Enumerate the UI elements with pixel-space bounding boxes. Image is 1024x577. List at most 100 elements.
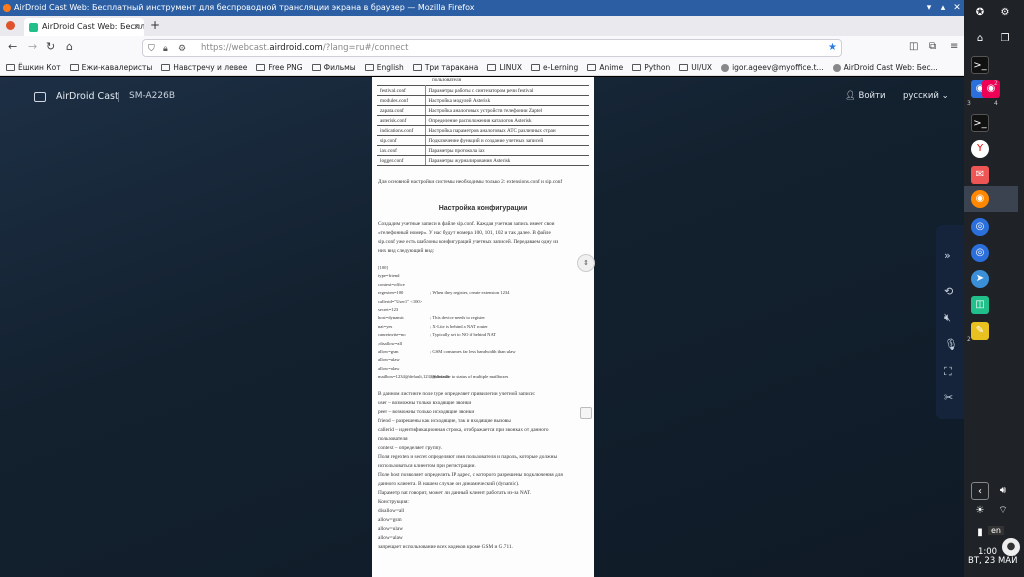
collapse-icon[interactable]: » bbox=[944, 249, 951, 262]
yandex-icon[interactable]: Y bbox=[971, 140, 989, 158]
copy-icon[interactable] bbox=[580, 407, 592, 419]
bookmark-item[interactable]: Python bbox=[632, 63, 670, 72]
menu-icon[interactable]: ≡ bbox=[950, 41, 958, 52]
terminal-icon[interactable]: >_ bbox=[971, 56, 989, 74]
pocket-icon[interactable]: ◫ bbox=[909, 41, 918, 52]
workspace-4[interactable]: 4 bbox=[994, 100, 998, 107]
bookmark-item[interactable]: Фильмы bbox=[311, 63, 356, 72]
home-icon[interactable]: ⌂ bbox=[66, 40, 73, 53]
url-domain: airdroid.com bbox=[269, 43, 323, 53]
doc-note: Для основной настройки системы необходим… bbox=[378, 179, 563, 185]
config-listing: [100] type=friend context=office regexten=1… bbox=[372, 264, 594, 382]
files-icon[interactable]: ⌂ bbox=[971, 30, 989, 48]
reload-icon[interactable]: ↻ bbox=[46, 40, 55, 53]
bookmark-label: igor.ageev@myoffice.t... bbox=[732, 63, 824, 72]
page-content: AirDroid Cast SM-A226B 👤︎ Войти русский … bbox=[0, 77, 964, 577]
workspace-3[interactable]: 3 bbox=[967, 100, 971, 107]
shield-icon[interactable]: ⛉ bbox=[148, 41, 155, 57]
config-comment: ; When they register, create extension 1… bbox=[430, 290, 510, 296]
config-directive: canreinvite=no bbox=[378, 332, 406, 338]
bookmark-item[interactable]: Anime bbox=[587, 63, 623, 72]
config-directive: [100] bbox=[378, 265, 388, 270]
back-icon[interactable]: ← bbox=[8, 40, 17, 53]
maximize-icon[interactable]: ▴ bbox=[936, 0, 950, 16]
firefox-task-icon[interactable]: ◉ bbox=[971, 190, 989, 208]
bookmark-item[interactable]: Ёшкин Кот bbox=[6, 63, 61, 72]
window-titlebar: AirDroid Cast Web: Бесплатный инструмент… bbox=[0, 0, 964, 16]
bookmark-item[interactable]: English bbox=[364, 63, 404, 72]
extensions-icon[interactable]: ⧉ bbox=[929, 41, 936, 52]
firefox-view-icon[interactable] bbox=[6, 21, 15, 30]
login-label: Войти bbox=[858, 91, 886, 101]
close-icon[interactable]: ✕ bbox=[950, 0, 964, 16]
wifi-icon[interactable]: ⌔ bbox=[994, 502, 1012, 520]
bookmark-item[interactable]: UI/UX bbox=[679, 63, 712, 72]
chromium-icon-2[interactable]: ◎ bbox=[971, 244, 989, 262]
config-comment: ; This device needs to register bbox=[430, 315, 485, 321]
language-select[interactable]: русский ⌄ bbox=[903, 91, 949, 101]
url-bar[interactable]: ⛉ 🔒︎ ⚙ https://webcast.airdroid.com/?lan… bbox=[142, 39, 842, 57]
text-line: них вид следующий вид: bbox=[378, 248, 435, 254]
system-taskbar: ✪ ⚙ ⌂ ❐ >_ ◉ ◉ 3 4 2 >_ Y ✉ ◉ ◎ ◎ ➤ ◫ ✎ … bbox=[964, 0, 1024, 577]
mute-mic-icon[interactable]: 🎙︎ bbox=[944, 338, 958, 351]
bookmark-label: UI/UX bbox=[691, 63, 713, 72]
fullscreen-icon[interactable]: ⛶ bbox=[944, 365, 952, 379]
forward-icon[interactable]: → bbox=[28, 40, 37, 53]
disconnect-icon[interactable]: ✂ bbox=[944, 391, 953, 404]
bookmark-item[interactable]: AirDroid Cast Web: Бес... bbox=[832, 63, 938, 72]
bookmark-label: Три таракана bbox=[424, 63, 479, 72]
table-cell-description: Настройка аналоговых устройств телефонии… bbox=[425, 105, 589, 116]
bookmark-item[interactable]: LINUX bbox=[487, 63, 522, 72]
tab-airdroid[interactable]: AirDroid Cast Web: Бесплат × bbox=[24, 18, 144, 36]
minimize-icon[interactable]: ▾ bbox=[922, 0, 936, 16]
text-line: запрещает использование всех кодеков кро… bbox=[378, 543, 513, 550]
folder-icon bbox=[69, 64, 79, 71]
tray-collapse-icon[interactable]: ‹ bbox=[971, 482, 989, 500]
clock[interactable]: 1:00 ВТ, 23 МАЙ bbox=[968, 548, 1017, 566]
windows-icon[interactable]: ❐ bbox=[996, 30, 1014, 48]
bookmark-item[interactable]: Навстречу и левее bbox=[161, 63, 247, 72]
table-row: sip.conf Подключение функций и создание у… bbox=[377, 135, 589, 146]
bookmark-item[interactable]: Free PNG bbox=[256, 63, 303, 72]
login-button[interactable]: 👤︎ Войти bbox=[845, 91, 886, 101]
airdroid-app-icon[interactable]: ◫ bbox=[971, 296, 989, 314]
folder-icon bbox=[364, 64, 374, 71]
config-line: ;disallow=all bbox=[372, 340, 594, 348]
mute-speaker-icon[interactable]: 🔇︎ bbox=[944, 311, 951, 325]
tab-close-icon[interactable]: × bbox=[133, 18, 140, 36]
config-line: allow=gsm ; GSM consumes far less bandwid… bbox=[372, 348, 594, 356]
workspace-2b[interactable]: 2 bbox=[967, 336, 971, 343]
scroll-handle-icon[interactable]: ⇕ bbox=[577, 254, 595, 272]
app-launcher-icon[interactable]: ✪ bbox=[971, 4, 989, 22]
text-line: Создадим учетные записи в файле sip.conf… bbox=[378, 221, 555, 227]
bookmark-item[interactable]: e-Lerning bbox=[531, 63, 578, 72]
chat-icon[interactable]: ✉ bbox=[971, 166, 989, 184]
folder-icon bbox=[487, 64, 497, 71]
permissions-icon[interactable]: ⚙ bbox=[178, 41, 186, 57]
lock-icon[interactable]: 🔒︎ bbox=[163, 41, 168, 57]
table-cell-description: Параметры работы с синтезатором речи fes… bbox=[425, 85, 589, 96]
rotate-icon[interactable]: ⟲ bbox=[944, 285, 953, 298]
bookmark-item[interactable]: igor.ageev@myoffice.t... bbox=[721, 63, 824, 72]
battery-icon[interactable]: ▮ bbox=[971, 524, 989, 542]
workspace-2[interactable]: 2 bbox=[994, 80, 998, 87]
chromium-icon[interactable]: ◎ bbox=[971, 218, 989, 236]
volume-icon[interactable]: 🔊︎ bbox=[994, 482, 1012, 500]
brightness-icon[interactable]: ☀ bbox=[971, 502, 989, 520]
folder-icon bbox=[632, 64, 642, 71]
config-comment: ; X-Lite is behind a NAT router bbox=[430, 323, 488, 329]
text-line: friend – разрешены как исходящие, так и … bbox=[378, 417, 511, 424]
phone-screen[interactable]: пользователя festival.conf Параметры рабо… bbox=[372, 77, 594, 577]
config-directive: context=office bbox=[378, 281, 405, 287]
bookmark-item[interactable]: Ежи-кавалеристы bbox=[69, 63, 152, 72]
new-tab-button[interactable]: + bbox=[150, 18, 160, 32]
terminal-icon-2[interactable]: >_ bbox=[971, 114, 989, 132]
telegram-icon[interactable]: ➤ bbox=[971, 270, 989, 288]
table-row: modules.conf Настройка модулей Asterisk bbox=[377, 95, 589, 106]
settings-icon[interactable]: ⚙ bbox=[996, 4, 1014, 22]
table-cell-description: Определение расположения каталогов Aster… bbox=[425, 115, 589, 126]
notes-icon[interactable]: ✎ bbox=[971, 322, 989, 340]
keyboard-layout[interactable]: en bbox=[988, 526, 1004, 535]
bookmark-star-icon[interactable]: ★ bbox=[828, 40, 837, 56]
bookmark-item[interactable]: Три таракана bbox=[412, 63, 479, 72]
